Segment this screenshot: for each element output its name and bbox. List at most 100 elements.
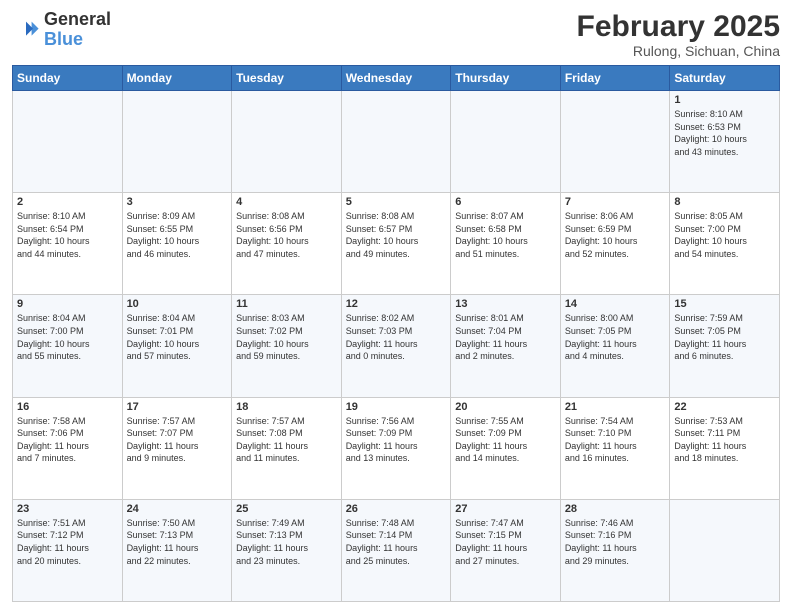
day-info: Sunrise: 7:56 AM Sunset: 7:09 PM Dayligh…: [346, 415, 447, 465]
day-number: 22: [674, 401, 775, 413]
table-row: 19 Sunrise: 7:56 AM Sunset: 7:09 PM Dayli…: [341, 397, 451, 499]
table-row: [560, 91, 670, 193]
day-info: Sunrise: 8:10 AM Sunset: 6:53 PM Dayligh…: [674, 108, 775, 158]
day-info: Sunrise: 7:57 AM Sunset: 7:07 PM Dayligh…: [127, 415, 228, 465]
header-monday: Monday: [122, 66, 232, 91]
day-number: 8: [674, 196, 775, 208]
day-number: 2: [17, 196, 118, 208]
day-info: Sunrise: 7:54 AM Sunset: 7:10 PM Dayligh…: [565, 415, 666, 465]
table-row: 2 Sunrise: 8:10 AM Sunset: 6:54 PM Daylig…: [13, 193, 123, 295]
header-saturday: Saturday: [670, 66, 780, 91]
table-row: 20 Sunrise: 7:55 AM Sunset: 7:09 PM Dayli…: [451, 397, 561, 499]
day-number: 18: [236, 401, 337, 413]
table-row: [13, 91, 123, 193]
title-block: February 2025 Rulong, Sichuan, China: [577, 10, 780, 59]
table-row: [341, 91, 451, 193]
logo-icon: [12, 16, 40, 44]
day-number: 10: [127, 298, 228, 310]
day-number: 7: [565, 196, 666, 208]
day-info: Sunrise: 7:50 AM Sunset: 7:13 PM Dayligh…: [127, 517, 228, 567]
day-info: Sunrise: 8:04 AM Sunset: 7:01 PM Dayligh…: [127, 312, 228, 362]
table-row: 26Sunrise: 7:48 AM Sunset: 7:14 PM Dayli…: [341, 499, 451, 601]
table-row: [232, 91, 342, 193]
table-row: 21Sunrise: 7:54 AM Sunset: 7:10 PM Dayli…: [560, 397, 670, 499]
calendar-week-row: 16 Sunrise: 7:58 AM Sunset: 7:06 PM Dayli…: [13, 397, 780, 499]
header-tuesday: Tuesday: [232, 66, 342, 91]
header-friday: Friday: [560, 66, 670, 91]
calendar-week-row: 23 Sunrise: 7:51 AM Sunset: 7:12 PM Dayli…: [13, 499, 780, 601]
table-row: 6 Sunrise: 8:07 AM Sunset: 6:58 PM Daylig…: [451, 193, 561, 295]
table-row: 24 Sunrise: 7:50 AM Sunset: 7:13 PM Dayli…: [122, 499, 232, 601]
day-number: 28: [565, 503, 666, 515]
day-number: 23: [17, 503, 118, 515]
location: Rulong, Sichuan, China: [577, 43, 780, 59]
logo: General Blue: [12, 10, 111, 50]
table-row: 17Sunrise: 7:57 AM Sunset: 7:07 PM Dayli…: [122, 397, 232, 499]
day-info: Sunrise: 8:01 AM Sunset: 7:04 PM Dayligh…: [455, 312, 556, 362]
day-info: Sunrise: 7:57 AM Sunset: 7:08 PM Dayligh…: [236, 415, 337, 465]
header-thursday: Thursday: [451, 66, 561, 91]
day-number: 16: [17, 401, 118, 413]
day-info: Sunrise: 8:00 AM Sunset: 7:05 PM Dayligh…: [565, 312, 666, 362]
day-info: Sunrise: 7:48 AM Sunset: 7:14 PM Dayligh…: [346, 517, 447, 567]
day-number: 27: [455, 503, 556, 515]
table-row: [122, 91, 232, 193]
table-row: 4 Sunrise: 8:08 AM Sunset: 6:56 PM Daylig…: [232, 193, 342, 295]
day-info: Sunrise: 7:59 AM Sunset: 7:05 PM Dayligh…: [674, 312, 775, 362]
day-info: Sunrise: 8:09 AM Sunset: 6:55 PM Dayligh…: [127, 210, 228, 260]
table-row: 28Sunrise: 7:46 AM Sunset: 7:16 PM Dayli…: [560, 499, 670, 601]
table-row: 15 Sunrise: 7:59 AM Sunset: 7:05 PM Dayli…: [670, 295, 780, 397]
day-info: Sunrise: 8:06 AM Sunset: 6:59 PM Dayligh…: [565, 210, 666, 260]
table-row: 8Sunrise: 8:05 AM Sunset: 7:00 PM Daylig…: [670, 193, 780, 295]
day-info: Sunrise: 8:03 AM Sunset: 7:02 PM Dayligh…: [236, 312, 337, 362]
day-number: 6: [455, 196, 556, 208]
day-info: Sunrise: 8:08 AM Sunset: 6:56 PM Dayligh…: [236, 210, 337, 260]
month-title: February 2025: [577, 10, 780, 43]
day-number: 11: [236, 298, 337, 310]
table-row: 23 Sunrise: 7:51 AM Sunset: 7:12 PM Dayli…: [13, 499, 123, 601]
calendar-week-row: 9 Sunrise: 8:04 AM Sunset: 7:00 PM Daylig…: [13, 295, 780, 397]
table-row: 27 Sunrise: 7:47 AM Sunset: 7:15 PM Dayli…: [451, 499, 561, 601]
table-row: 10 Sunrise: 8:04 AM Sunset: 7:01 PM Dayli…: [122, 295, 232, 397]
header-sunday: Sunday: [13, 66, 123, 91]
table-row: 5 Sunrise: 8:08 AM Sunset: 6:57 PM Daylig…: [341, 193, 451, 295]
header-wednesday: Wednesday: [341, 66, 451, 91]
day-info: Sunrise: 8:10 AM Sunset: 6:54 PM Dayligh…: [17, 210, 118, 260]
day-number: 15: [674, 298, 775, 310]
day-info: Sunrise: 7:47 AM Sunset: 7:15 PM Dayligh…: [455, 517, 556, 567]
table-row: 16 Sunrise: 7:58 AM Sunset: 7:06 PM Dayli…: [13, 397, 123, 499]
day-number: 24: [127, 503, 228, 515]
day-info: Sunrise: 8:08 AM Sunset: 6:57 PM Dayligh…: [346, 210, 447, 260]
day-number: 5: [346, 196, 447, 208]
logo-text: General Blue: [44, 10, 111, 50]
table-row: 25Sunrise: 7:49 AM Sunset: 7:13 PM Dayli…: [232, 499, 342, 601]
day-info: Sunrise: 8:02 AM Sunset: 7:03 PM Dayligh…: [346, 312, 447, 362]
day-number: 20: [455, 401, 556, 413]
table-row: 9 Sunrise: 8:04 AM Sunset: 7:00 PM Daylig…: [13, 295, 123, 397]
calendar-table: Sunday Monday Tuesday Wednesday Thursday…: [12, 65, 780, 602]
table-row: [670, 499, 780, 601]
page: General Blue February 2025 Rulong, Sichu…: [0, 0, 792, 612]
day-info: Sunrise: 7:55 AM Sunset: 7:09 PM Dayligh…: [455, 415, 556, 465]
header: General Blue February 2025 Rulong, Sichu…: [12, 10, 780, 59]
day-number: 4: [236, 196, 337, 208]
table-row: 11 Sunrise: 8:03 AM Sunset: 7:02 PM Dayli…: [232, 295, 342, 397]
day-info: Sunrise: 7:58 AM Sunset: 7:06 PM Dayligh…: [17, 415, 118, 465]
table-row: 1 Sunrise: 8:10 AM Sunset: 6:53 PM Daylig…: [670, 91, 780, 193]
day-number: 19: [346, 401, 447, 413]
table-row: 7 Sunrise: 8:06 AM Sunset: 6:59 PM Daylig…: [560, 193, 670, 295]
day-info: Sunrise: 8:07 AM Sunset: 6:58 PM Dayligh…: [455, 210, 556, 260]
day-info: Sunrise: 7:51 AM Sunset: 7:12 PM Dayligh…: [17, 517, 118, 567]
day-number: 14: [565, 298, 666, 310]
calendar-week-row: 1 Sunrise: 8:10 AM Sunset: 6:53 PM Daylig…: [13, 91, 780, 193]
day-info: Sunrise: 7:49 AM Sunset: 7:13 PM Dayligh…: [236, 517, 337, 567]
day-info: Sunrise: 8:04 AM Sunset: 7:00 PM Dayligh…: [17, 312, 118, 362]
table-row: 18 Sunrise: 7:57 AM Sunset: 7:08 PM Dayli…: [232, 397, 342, 499]
logo-blue: Blue: [44, 29, 83, 49]
table-row: 13 Sunrise: 8:01 AM Sunset: 7:04 PM Dayli…: [451, 295, 561, 397]
day-number: 9: [17, 298, 118, 310]
day-number: 1: [674, 94, 775, 106]
day-info: Sunrise: 7:53 AM Sunset: 7:11 PM Dayligh…: [674, 415, 775, 465]
table-row: 22 Sunrise: 7:53 AM Sunset: 7:11 PM Dayli…: [670, 397, 780, 499]
day-number: 13: [455, 298, 556, 310]
